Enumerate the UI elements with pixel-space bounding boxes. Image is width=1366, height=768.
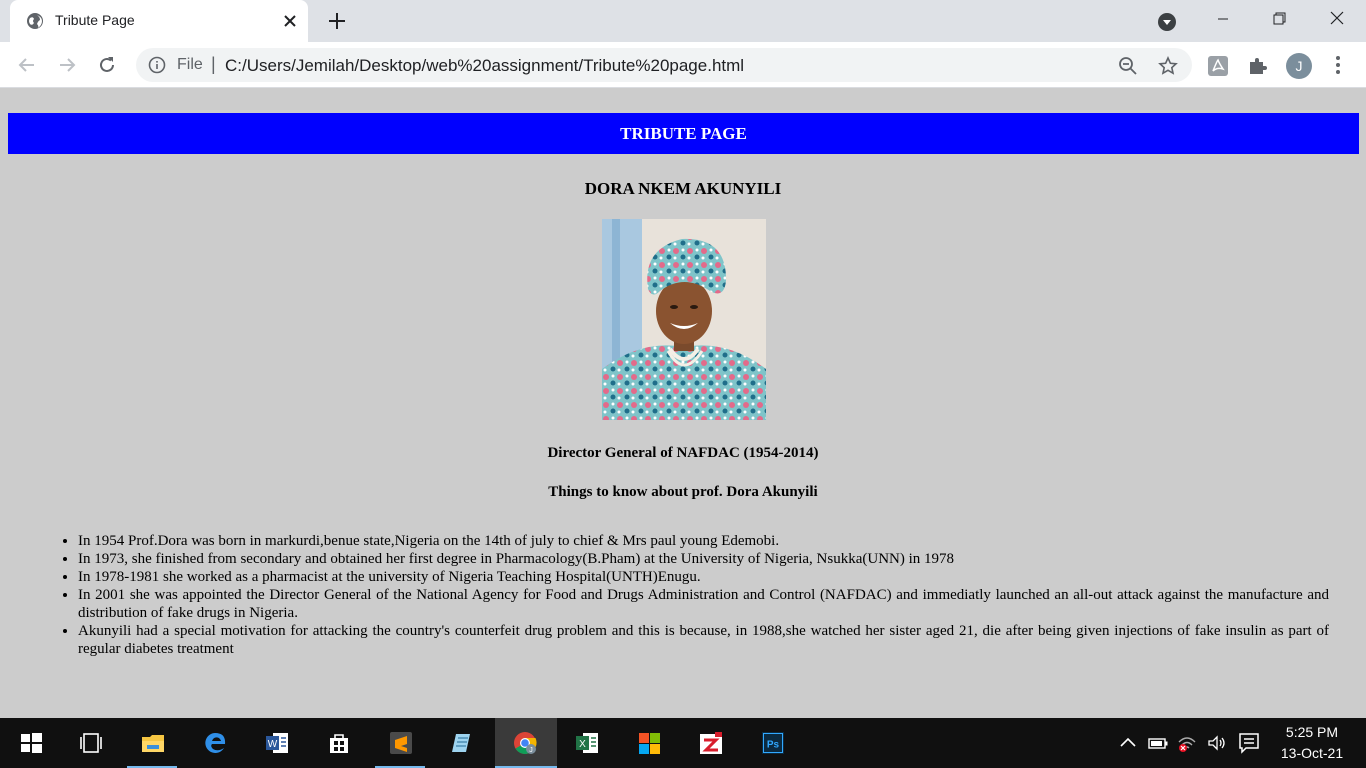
minimize-icon[interactable]	[1200, 0, 1246, 38]
taskbar-sublime-text[interactable]	[375, 718, 425, 768]
tab-strip: Tribute Page	[0, 0, 1366, 42]
person-name: DORA NKEM AKUNYILI	[584, 179, 782, 198]
svg-text:Ps: Ps	[767, 740, 780, 751]
browser-toolbar: File | C:/Users/Jemilah/Desktop/web%20as…	[0, 42, 1366, 88]
volume-icon[interactable]	[1207, 734, 1227, 752]
folder-icon	[142, 735, 164, 752]
taskbar-word[interactable]: W	[251, 718, 301, 768]
reload-icon[interactable]	[95, 53, 119, 77]
tab-tribute-page[interactable]: Tribute Page	[10, 0, 308, 42]
scheme-label: File	[177, 56, 203, 73]
facts-list: In 1954 Prof.Dora was born in markurdi,b…	[78, 532, 1329, 658]
svg-text:J: J	[529, 747, 533, 754]
role-heading: Director General of NAFDAC (1954-2014)	[547, 445, 819, 461]
taskbar-excel[interactable]: X	[561, 718, 611, 768]
taskbar-photoshop[interactable]: Ps	[747, 718, 797, 768]
close-window-icon[interactable]	[1314, 0, 1360, 38]
chrome-icon: J	[514, 732, 537, 754]
zoom-icon[interactable]	[1118, 56, 1138, 76]
info-icon[interactable]	[148, 56, 166, 74]
taskbar-file-explorer[interactable]	[127, 718, 177, 768]
globe-icon	[27, 13, 43, 29]
more-menu-icon[interactable]	[1328, 54, 1348, 76]
extensions-puzzle-icon[interactable]	[1247, 55, 1269, 77]
notification-icon[interactable]	[1238, 732, 1260, 754]
taskbar-notepad[interactable]	[437, 718, 487, 768]
start-button[interactable]	[5, 718, 55, 768]
chevron-up-icon[interactable]	[1118, 734, 1138, 752]
new-tab-icon[interactable]	[326, 10, 348, 32]
back-icon[interactable]	[15, 53, 39, 77]
svg-text:X: X	[579, 739, 586, 750]
url-text[interactable]: C:/Users/Jemilah/Desktop/web%20assignmen…	[225, 56, 744, 76]
facts-heading: Things to know about prof. Dora Akunyili	[548, 484, 818, 500]
list-item: In 1954 Prof.Dora was born in markurdi,b…	[78, 532, 1329, 550]
restore-icon[interactable]	[1256, 0, 1302, 38]
word-icon: W	[266, 733, 288, 753]
page-content: TRIBUTE PAGE DORA NKEM AKUNYILI Director…	[0, 89, 1366, 718]
sublime-text-icon	[390, 732, 412, 754]
system-clock[interactable]: 5:25 PM 13-Oct-21	[1272, 722, 1352, 764]
bookmark-star-icon[interactable]	[1158, 56, 1178, 76]
taskbar-office[interactable]	[623, 718, 673, 768]
tab-title: Tribute Page	[55, 12, 135, 28]
taskbar-chrome[interactable]: J	[495, 718, 557, 768]
pdf-reader-icon	[700, 732, 722, 754]
photoshop-icon: Ps	[762, 732, 784, 754]
tab-search-icon[interactable]	[1156, 11, 1178, 33]
store-bag-icon	[330, 734, 348, 753]
office-icon	[639, 733, 660, 754]
list-item: In 2001 she was appointed the Director G…	[78, 586, 1329, 622]
windows-taskbar: W J X Ps 5:25 PM 13-Oct-21	[0, 718, 1366, 768]
windows-logo-icon	[21, 733, 42, 753]
portrait-image	[602, 219, 766, 420]
address-bar[interactable]: File | C:/Users/Jemilah/Desktop/web%20as…	[136, 48, 1192, 82]
list-item: In 1978-1981 she worked as a pharmacist …	[78, 568, 1329, 586]
task-view-icon	[80, 733, 102, 753]
close-tab-icon[interactable]	[280, 11, 300, 31]
excel-icon: X	[576, 733, 598, 753]
forward-icon[interactable]	[55, 53, 79, 77]
edge-icon	[205, 733, 226, 753]
taskbar-edge[interactable]	[189, 718, 239, 768]
list-item: In 1973, she finished from secondary and…	[78, 550, 1329, 568]
wifi-disconnected-icon[interactable]	[1177, 734, 1197, 752]
battery-icon[interactable]	[1148, 734, 1168, 752]
taskbar-pdf-reader[interactable]	[685, 718, 735, 768]
clock-date: 13-Oct-21	[1280, 745, 1344, 761]
taskbar-store[interactable]	[313, 718, 363, 768]
notepad-icon	[452, 734, 470, 752]
list-item: Akunyili had a special motivation for at…	[78, 622, 1329, 658]
page-banner: TRIBUTE PAGE	[8, 113, 1359, 154]
profile-avatar[interactable]: J	[1286, 53, 1312, 79]
task-view-button[interactable]	[65, 718, 115, 768]
pdf-extension-icon[interactable]	[1207, 55, 1229, 77]
svg-text:W: W	[268, 739, 278, 750]
scheme-separator: |	[211, 54, 216, 74]
clock-time: 5:25 PM	[1285, 724, 1339, 740]
